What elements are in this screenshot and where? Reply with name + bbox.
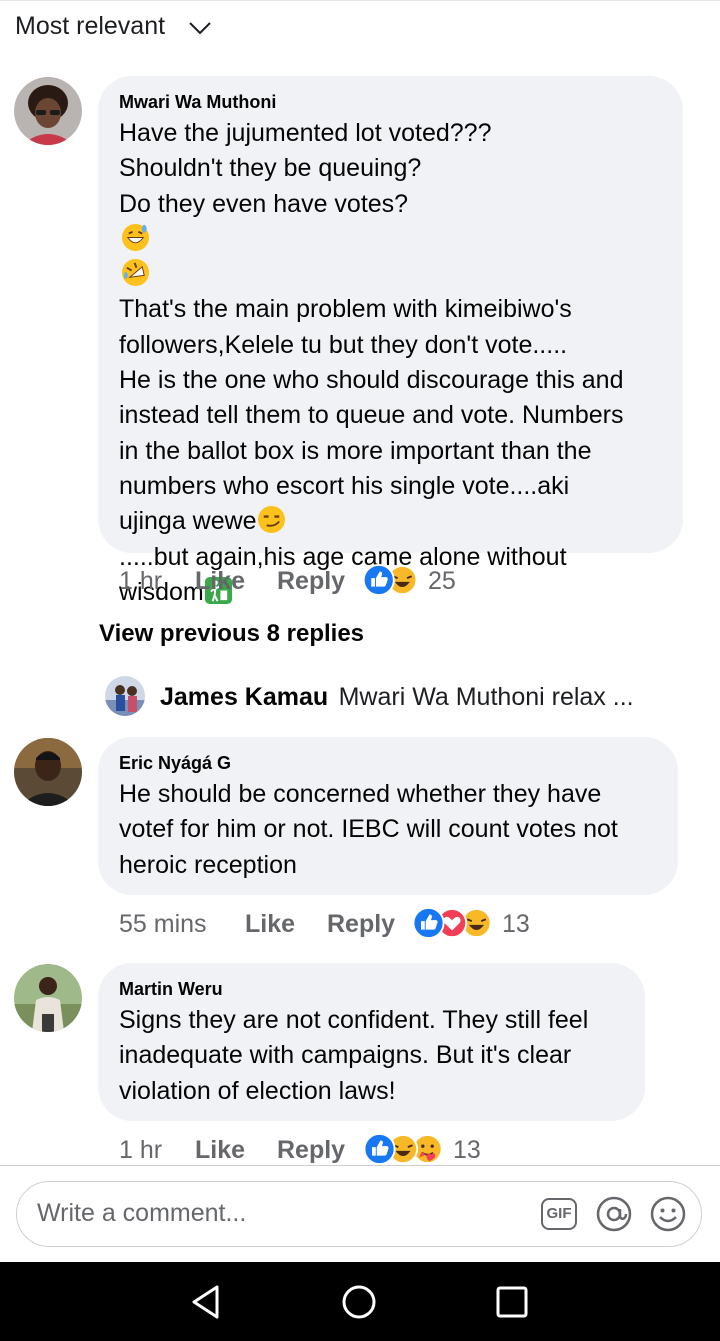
comment-line: Shouldn't they be queuing? bbox=[119, 154, 422, 183]
comment-line: heroic reception bbox=[119, 850, 297, 879]
comment-line: instead tell them to queue and vote. Num… bbox=[119, 401, 624, 430]
comment-time: 55 mins bbox=[119, 910, 207, 938]
comment-line: ujinga wewe bbox=[119, 504, 679, 539]
reply-author[interactable]: James Kamau bbox=[160, 683, 328, 711]
rolling-laughing-emoji-icon bbox=[121, 259, 150, 287]
comment-text: Have the jujumented lot voted??? Shouldn… bbox=[119, 116, 679, 610]
like-haha-care-reactions-icon bbox=[363, 1133, 443, 1165]
comment-author[interactable]: Martin Weru bbox=[119, 979, 223, 1000]
comment-line: That's the main problem with kimeibiwo's bbox=[119, 295, 572, 324]
reply-button[interactable]: Reply bbox=[277, 1136, 345, 1165]
like-button[interactable]: Like bbox=[245, 910, 295, 939]
comment-time: 1 hr bbox=[119, 1136, 163, 1164]
like-button[interactable]: Like bbox=[195, 1136, 245, 1165]
avatar[interactable] bbox=[14, 964, 82, 1032]
back-icon[interactable] bbox=[189, 1284, 223, 1320]
comment-line: numbers who escort his single vote....ak… bbox=[119, 471, 570, 500]
comment-line: followers,Kelele tu but they don't vote.… bbox=[119, 330, 568, 359]
comment-line: Do they even have votes? bbox=[119, 187, 679, 293]
like-love-haha-reactions-icon bbox=[412, 907, 492, 939]
recents-icon[interactable] bbox=[495, 1285, 529, 1319]
comment-author[interactable]: Mwari Wa Muthoni bbox=[119, 92, 276, 113]
android-navigation-bar bbox=[0, 1262, 720, 1341]
comment-line: He is the one who should discourage this… bbox=[119, 366, 624, 395]
avatar[interactable] bbox=[105, 676, 145, 716]
comment-line: in the ballot box is more important than… bbox=[119, 436, 592, 465]
avatar[interactable] bbox=[14, 77, 82, 145]
reply-preview-text: Mwari Wa Muthoni relax ... bbox=[338, 683, 634, 711]
comment-composer[interactable]: GIF bbox=[16, 1181, 702, 1247]
comment-line-text: ujinga wewe bbox=[119, 507, 257, 536]
reaction-count[interactable]: 25 bbox=[428, 567, 456, 596]
reaction-summary[interactable] bbox=[410, 907, 496, 941]
comment-line-text: Do they even have votes? bbox=[119, 189, 409, 218]
sort-dropdown-label[interactable]: Most relevant bbox=[15, 12, 165, 41]
reply-button[interactable]: Reply bbox=[327, 910, 395, 939]
chevron-down-icon[interactable] bbox=[188, 20, 212, 36]
comment-line: violation of election laws! bbox=[119, 1076, 396, 1105]
comment-line: inadequate with campaigns. But it's clea… bbox=[119, 1041, 572, 1070]
comment-line: Signs they are not confident. They still… bbox=[119, 1006, 589, 1034]
reply-button[interactable]: Reply bbox=[277, 567, 345, 596]
comment-line: He should be concerned whether they have bbox=[119, 780, 602, 808]
like-haha-reactions-icon bbox=[362, 564, 418, 596]
comment-text: Signs they are not confident. They still… bbox=[119, 1003, 641, 1109]
comment-text: He should be concerned whether they have… bbox=[119, 777, 674, 883]
avatar[interactable] bbox=[14, 738, 82, 806]
comment-line: votef for him or not. IEBC will count vo… bbox=[119, 815, 618, 844]
reaction-count[interactable]: 13 bbox=[453, 1136, 481, 1165]
view-previous-replies-link[interactable]: View previous 8 replies bbox=[99, 620, 364, 648]
gif-label: GIF bbox=[546, 1205, 572, 1222]
emoji-picker-icon[interactable] bbox=[650, 1196, 686, 1232]
composer-divider bbox=[0, 1165, 720, 1166]
reaction-summary[interactable] bbox=[361, 564, 421, 598]
comment-time: 1 hr bbox=[119, 567, 163, 595]
comment-author[interactable]: Eric Nyágá G bbox=[119, 753, 231, 774]
mention-icon[interactable] bbox=[596, 1196, 632, 1232]
reaction-summary[interactable] bbox=[361, 1133, 447, 1167]
reaction-count[interactable]: 13 bbox=[502, 910, 530, 939]
gif-button[interactable]: GIF bbox=[541, 1198, 577, 1230]
grinning-sweat-emoji-icon bbox=[121, 223, 150, 251]
comment-line: Have the jujumented lot voted??? bbox=[119, 119, 492, 147]
home-icon[interactable] bbox=[341, 1284, 377, 1320]
smirk-emoji-icon bbox=[257, 506, 285, 534]
comment-input[interactable] bbox=[35, 1198, 519, 1229]
like-button[interactable]: Like bbox=[195, 567, 245, 596]
reply-preview[interactable]: James Kamau Mwari Wa Muthoni relax ... bbox=[160, 683, 634, 712]
